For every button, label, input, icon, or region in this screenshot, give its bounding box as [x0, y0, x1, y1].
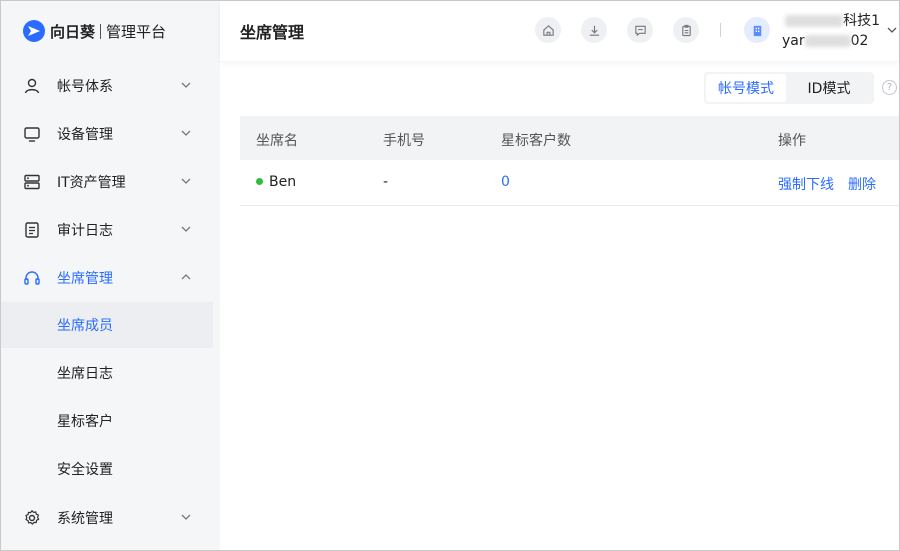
chevron-down-icon	[181, 514, 191, 520]
id-mode-tab[interactable]: ID模式	[786, 74, 872, 102]
user-organization-suffix: 科技1	[843, 13, 880, 29]
starred-count-link[interactable]: 0	[501, 174, 510, 190]
chevron-down-icon	[181, 130, 191, 136]
sidebar-subitem-label: 坐席成员	[57, 318, 113, 334]
mode-switch: 帐号模式 ID模式	[704, 72, 874, 104]
download-icon	[589, 25, 599, 36]
building-icon	[753, 25, 761, 36]
clipboard-icon	[681, 24, 691, 36]
clipboard-button[interactable]	[673, 17, 699, 43]
sidebar-item-it-asset-management[interactable]: IT资产管理	[1, 160, 220, 204]
sidebar-item-seat-management[interactable]: 坐席管理	[1, 256, 220, 300]
seat-members-table: 坐席名 手机号 星标客户数 操作 Ben - 0 强制下线 删除	[240, 116, 899, 206]
home-icon	[542, 24, 554, 36]
sidebar-item-label: 审计日志	[57, 223, 113, 239]
message-icon	[634, 25, 646, 36]
home-button[interactable]	[535, 17, 561, 43]
user-id-prefix: yar	[782, 33, 805, 49]
seat-name-cell: Ben	[256, 174, 296, 190]
redacted-text	[804, 35, 851, 47]
phone-cell: -	[383, 174, 389, 190]
column-header-seat-name: 坐席名	[256, 133, 298, 149]
user-account-id[interactable]: yar 02	[782, 33, 868, 49]
sidebar-subitem-label: 坐席日志	[57, 366, 113, 382]
force-offline-link[interactable]: 强制下线	[778, 174, 834, 194]
headset-icon	[24, 271, 40, 285]
user-organization[interactable]: 科技1	[780, 10, 880, 30]
sidebar-item-label: 设备管理	[57, 127, 113, 143]
table-header: 坐席名 手机号 星标客户数 操作	[240, 116, 899, 160]
sidebar-item-audit-log[interactable]: 审计日志	[1, 208, 220, 252]
sidebar-item-account-system[interactable]: 帐号体系	[1, 64, 220, 108]
column-header-phone: 手机号	[383, 133, 425, 149]
sidebar-subitem-label: 星标客户	[57, 414, 113, 430]
user-icon	[24, 78, 40, 94]
sidebar-item-system-management[interactable]: 系统管理	[1, 496, 220, 540]
chevron-down-icon[interactable]	[887, 27, 897, 33]
help-icon[interactable]: ?	[882, 80, 897, 95]
sidebar-item-label: 系统管理	[57, 511, 113, 527]
monitor-icon	[24, 127, 40, 142]
page-title: 坐席管理	[240, 23, 305, 42]
delete-link[interactable]: 删除	[848, 174, 876, 194]
user-id-suffix: 02	[850, 33, 869, 49]
brand-subtitle: 管理平台	[106, 22, 167, 41]
server-icon	[24, 174, 40, 190]
organization-avatar[interactable]	[744, 17, 770, 43]
gear-icon	[25, 509, 40, 525]
sidebar-item-device-management[interactable]: 设备管理	[1, 112, 220, 156]
chevron-up-icon	[181, 274, 191, 280]
column-header-actions: 操作	[778, 133, 806, 149]
document-icon	[25, 222, 39, 238]
chevron-down-icon	[181, 82, 191, 88]
top-header: 坐席管理 科技1 yar 02	[220, 1, 899, 61]
column-header-starred-count: 星标客户数	[501, 133, 571, 149]
sidebar-subitem-starred-customers[interactable]: 星标客户	[1, 398, 213, 444]
account-mode-tab[interactable]: 帐号模式	[706, 74, 786, 102]
sidebar-subitem-seat-members[interactable]: 坐席成员	[1, 302, 213, 348]
header-divider	[720, 23, 721, 37]
brand-name: 向日葵	[50, 22, 96, 41]
chevron-down-icon	[181, 178, 191, 184]
sidebar: 向日葵 管理平台 帐号体系 设备管理 IT资产管理 审计日志 坐席管理 坐席成员…	[1, 1, 220, 550]
sidebar-subitem-seat-log[interactable]: 坐席日志	[1, 350, 213, 396]
chevron-down-icon	[181, 226, 191, 232]
seat-name: Ben	[269, 174, 297, 190]
sidebar-item-label: 帐号体系	[57, 79, 113, 95]
redacted-text	[785, 15, 844, 27]
sunlogin-logo-icon	[23, 20, 45, 42]
sidebar-item-label: IT资产管理	[57, 175, 126, 191]
brand-divider	[100, 23, 102, 39]
online-status-dot	[256, 177, 263, 185]
sidebar-subitem-security-settings[interactable]: 安全设置	[1, 446, 213, 492]
sidebar-item-label: 坐席管理	[57, 271, 113, 287]
download-button[interactable]	[581, 17, 607, 43]
brand[interactable]: 向日葵 管理平台	[23, 19, 166, 43]
message-button[interactable]	[627, 17, 653, 43]
sidebar-subitem-label: 安全设置	[57, 462, 113, 478]
table-row: Ben - 0 强制下线 删除	[240, 160, 899, 206]
